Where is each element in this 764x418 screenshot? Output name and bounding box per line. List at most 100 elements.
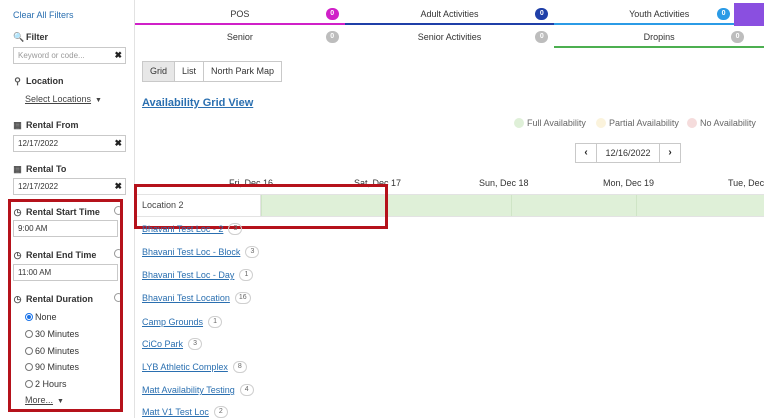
location-link[interactable]: Matt V1 Test Loc [142,407,209,417]
select-locations-dropdown[interactable]: Select Locations ▼ [25,94,102,104]
count-badge: 2 [213,406,228,418]
day-header: Sun, Dec 18 [479,178,529,188]
location-link[interactable]: Bhavani Test Location [142,293,230,303]
list-item: Matt V1 Test Loc 2 [142,406,228,418]
location-link[interactable]: Matt Availability Testing [142,385,235,395]
clear-keyword-icon[interactable]: ✖ [114,50,122,60]
legend-label: No Availability [700,118,756,128]
legend-partial: Partial Availability [596,118,679,128]
count-badge: 0 [325,8,339,20]
list-item: LYB Athletic Complex 8 [142,361,247,373]
current-date-input[interactable]: 12/16/2022 [596,143,660,163]
tab-youth-activities[interactable]: Youth Activities 0 [554,4,764,25]
location-link[interactable]: CiCo Park [142,339,183,349]
rental-from-heading: ▦ Rental From [13,119,79,130]
legend-label: Partial Availability [609,118,679,128]
tab-dropins[interactable]: Dropins 0 [554,27,764,48]
tab-label: Youth Activities [629,9,690,19]
count-badge: 0 [325,31,339,43]
page-title[interactable]: Availability Grid View [142,97,253,109]
count-badge: 0 [717,8,731,20]
list-item: Bhavani Test Loc - 2 3 [142,223,243,235]
list-item: CiCo Park 3 [142,338,203,350]
list-item: Camp Grounds 1 [142,316,223,328]
legend-swatch [687,118,697,128]
availability-cell[interactable] [386,195,511,216]
map-pin-icon: ⚲ [14,75,21,86]
tab-label: Adult Activities [420,9,479,19]
search-icon: 🔍 [13,31,25,42]
count-badge: 1 [239,269,254,281]
tab-adult-activities[interactable]: Adult Activities 0 [344,4,555,25]
app-root: Clear All Filters 🔍 Filter Keyword or co… [0,0,764,418]
tab-senior-activities[interactable]: Senior Activities 0 [345,27,555,48]
prev-date-button[interactable]: ‹ [575,143,597,163]
list-item: Matt Availability Testing 4 [142,384,254,396]
location-heading: ⚲ Location [13,75,64,86]
category-tabs-row-2: Senior 0 Senior Activities 0 Dropins 0 [135,27,764,48]
tab-label: Dropins [643,32,675,42]
count-badge: 3 [228,223,243,235]
keyword-input[interactable]: Keyword or code... ✖ [13,47,126,64]
filter-heading: 🔍 Filter [13,32,48,42]
location-link[interactable]: Bhavani Test Loc - 2 [142,224,223,234]
rental-from-label: Rental From [26,120,79,130]
count-badge: 16 [234,292,251,304]
keyword-placeholder: Keyword or code... [18,51,85,60]
legend-none: No Availability [687,118,756,128]
rental-from-input[interactable]: 12/17/2022 ✖ [13,135,126,152]
legend-swatch [514,118,524,128]
calendar-icon: ▦ [13,119,22,130]
count-badge: 0 [731,31,745,43]
map-view-button[interactable]: North Park Map [203,61,283,82]
day-header: Mon, Dec 19 [603,178,655,188]
rental-from-value: 12/17/2022 [18,139,59,148]
tab-senior[interactable]: Senior 0 [135,27,345,48]
select-locations-label: Select Locations [25,94,92,104]
filter-label: Filter [26,32,49,42]
rental-to-input[interactable]: 12/17/2022 ✖ [13,178,126,195]
date-navigator: ‹ 12/16/2022 › [575,143,681,163]
rental-to-heading: ▦ Rental To [13,164,66,174]
list-item: Bhavani Test Loc - Day 1 [142,269,254,281]
count-badge: 0 [535,31,549,43]
grid-view-button[interactable]: Grid [142,61,176,82]
tab-label: POS [230,9,250,19]
legend-full: Full Availability [514,118,586,128]
caret-down-icon: ▼ [95,97,102,104]
rental-to-label: Rental To [26,164,67,174]
count-badge: 3 [188,338,203,350]
filter-sidebar: Clear All Filters 🔍 Filter Keyword or co… [0,0,135,418]
view-toggle-group: Grid List North Park Map [142,61,283,82]
clear-all-filters-link[interactable]: Clear All Filters [13,10,74,20]
location-link[interactable]: Bhavani Test Loc - Day [142,270,234,280]
chevron-right-icon: › [668,147,672,158]
location-link[interactable]: Camp Grounds [142,317,203,327]
count-badge: 1 [208,316,223,328]
next-date-button[interactable]: › [659,143,681,163]
clear-rental-to-icon[interactable]: ✖ [114,181,122,191]
rental-to-value: 12/17/2022 [18,182,59,191]
clear-rental-from-icon[interactable]: ✖ [114,138,122,148]
calendar-icon: ▦ [13,163,22,174]
tab-overflow-purple[interactable] [734,3,764,26]
availability-cell[interactable] [511,195,636,216]
legend-swatch [596,118,606,128]
location-label: Location [26,76,64,86]
tab-pos[interactable]: POS 0 [135,4,345,25]
availability-cell[interactable] [636,195,764,216]
day-header: Tue, Dec 2 [728,178,764,188]
location-link[interactable]: LYB Athletic Complex [142,362,228,372]
chevron-left-icon: ‹ [584,147,588,158]
list-view-button[interactable]: List [174,61,205,82]
location-link[interactable]: Bhavani Test Loc - Block [142,247,240,257]
count-badge: 0 [535,8,549,20]
category-tabs-row-1: POS 0 Adult Activities 0 Youth Activitie… [135,4,764,25]
list-item: Bhavani Test Location 16 [142,292,251,304]
highlight-box-time-filters [8,199,123,412]
count-badge: 8 [232,361,247,373]
tab-label: Senior [226,32,253,42]
tab-label: Senior Activities [417,32,482,42]
legend-label: Full Availability [527,118,586,128]
count-badge: 3 [245,246,260,258]
